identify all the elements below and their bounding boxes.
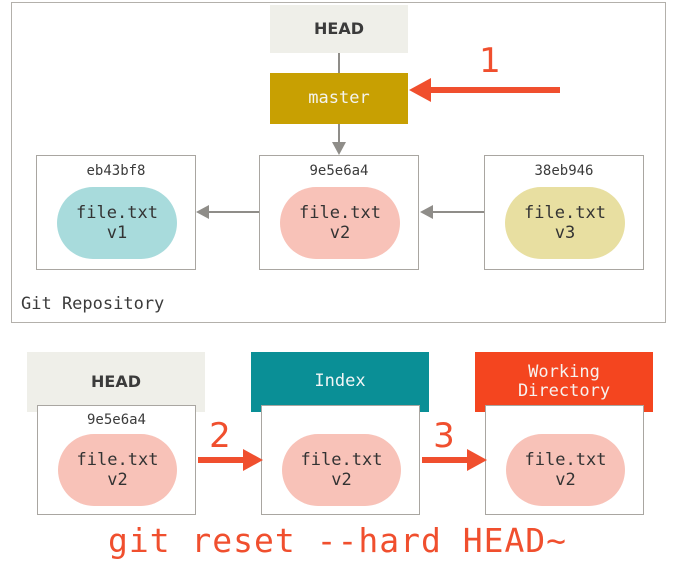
head-pointer-label: HEAD — [314, 19, 364, 39]
parent-link-arrow-c3-c2 — [420, 205, 433, 219]
blob-filename: file.txt — [76, 202, 158, 223]
command-caption: git reset --hard HEAD~ — [107, 521, 568, 560]
commit-blob: file.txt v1 — [57, 187, 177, 259]
commit-card-38eb946: 38eb946 file.txt v3 — [484, 155, 644, 270]
area-header-index-label: Index — [314, 371, 366, 392]
area-card-index: file.txt v2 — [261, 405, 420, 515]
working-directory-line2: Directory — [517, 381, 611, 401]
blob-version: v1 — [106, 223, 128, 243]
blob-version: v3 — [554, 223, 576, 243]
index-file-blob: file.txt v2 — [282, 434, 401, 506]
blob-version: v2 — [107, 470, 128, 490]
git-repository-label: Git Repository — [21, 294, 165, 314]
master-to-commit-arrowhead — [332, 142, 346, 155]
step-3-number: 3 — [433, 416, 455, 456]
git-reset-diagram: Git Repository HEAD master 1 eb43bf8 fil… — [0, 0, 675, 572]
blob-filename: file.txt — [299, 202, 381, 223]
step-1-arrow-line — [430, 87, 560, 93]
area-header-index: Index — [251, 352, 429, 412]
blob-filename: file.txt — [76, 449, 159, 470]
commit-card-9e5e6a4: 9e5e6a4 file.txt v2 — [259, 155, 419, 270]
step-3-arrow-head — [467, 449, 487, 471]
parent-link-arrow-c2-c1 — [196, 205, 209, 219]
step-3-arrow-line — [422, 457, 468, 463]
step-2-arrow-head — [243, 449, 263, 471]
step-2-arrow-line — [198, 457, 244, 463]
blob-filename: file.txt — [524, 449, 607, 470]
master-branch-label: master — [308, 87, 370, 108]
working-directory-line1: Working — [528, 361, 600, 382]
head-to-master-connector — [338, 53, 340, 73]
blob-filename: file.txt — [524, 202, 606, 223]
commit-sha: 9e5e6a4 — [309, 163, 369, 179]
area-card-head: 9e5e6a4 file.txt v2 — [37, 405, 196, 515]
parent-link-line-c3-c2 — [433, 211, 484, 213]
area-header-working-directory-label: Working Directory — [517, 361, 611, 401]
commit-card-eb43bf8: eb43bf8 file.txt v1 — [36, 155, 196, 270]
master-branch-box: master — [270, 73, 408, 124]
parent-link-line-c2-c1 — [209, 211, 259, 213]
step-1-number: 1 — [479, 41, 501, 81]
master-to-commit-connector — [338, 124, 340, 144]
step-2-number: 2 — [209, 416, 231, 456]
area-header-working-directory: Working Directory — [475, 352, 653, 412]
area-header-head-label: HEAD — [91, 372, 141, 392]
step-1-arrow-head — [409, 78, 431, 102]
area-header-head: HEAD — [27, 352, 205, 412]
commit-sha: 38eb946 — [534, 163, 594, 179]
head-file-blob: file.txt v2 — [58, 434, 177, 506]
commit-blob: file.txt v3 — [505, 187, 625, 259]
blob-version: v2 — [331, 470, 352, 490]
head-commit-sha: 9e5e6a4 — [86, 412, 146, 428]
head-pointer-box: HEAD — [270, 5, 408, 53]
blob-version: v2 — [555, 470, 576, 490]
commit-sha: eb43bf8 — [86, 163, 146, 179]
blob-filename: file.txt — [300, 449, 383, 470]
commit-blob: file.txt v2 — [280, 187, 400, 259]
area-card-working-directory: file.txt v2 — [485, 405, 644, 515]
blob-version: v2 — [329, 223, 351, 243]
working-directory-file-blob: file.txt v2 — [506, 434, 625, 506]
